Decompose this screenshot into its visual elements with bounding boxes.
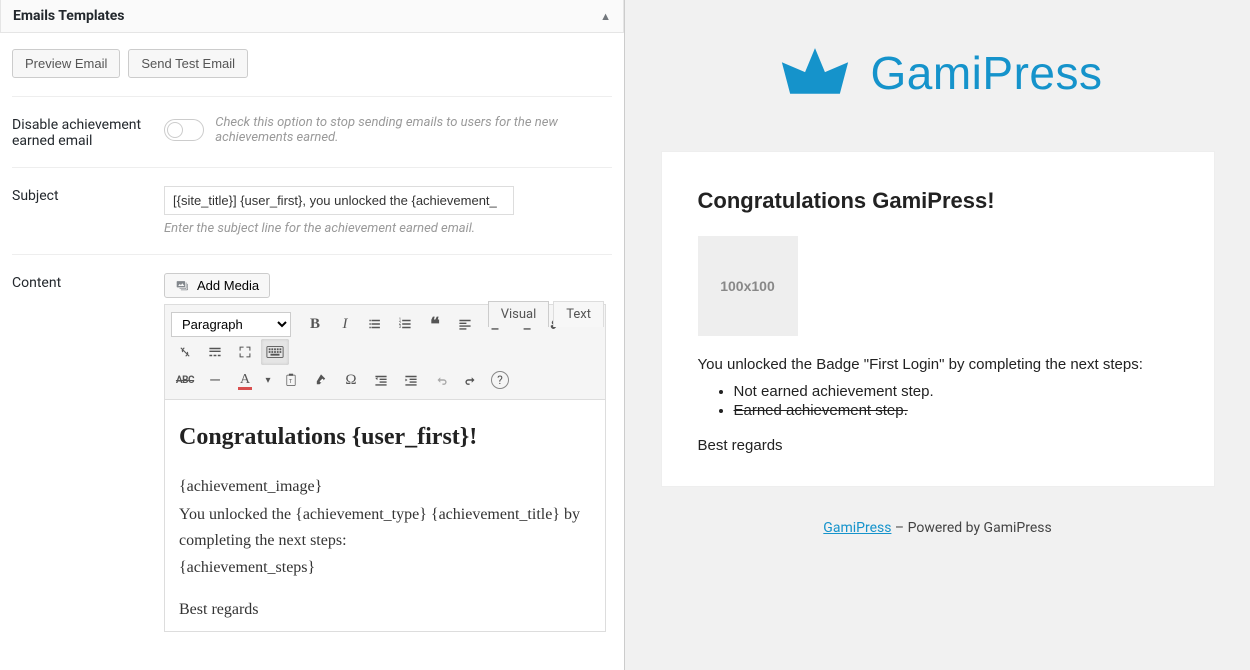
disable-email-hint: Check this option to stop sending emails… [215, 115, 575, 145]
more-toggle-button[interactable] [201, 339, 229, 365]
paste-text-button[interactable]: T [277, 367, 305, 393]
text-color-button[interactable]: A [231, 367, 259, 393]
brand-name: GamiPress [871, 46, 1103, 100]
editor-wrap: Visual Text Paragraph B I 123 [164, 304, 606, 632]
outdent-button[interactable] [367, 367, 395, 393]
numbered-list-button[interactable]: 123 [391, 311, 419, 337]
subject-input[interactable] [164, 186, 514, 215]
help-button[interactable]: ? [491, 371, 509, 389]
footer-text: – Powered by GamiPress [891, 520, 1051, 536]
step-earned: Earned achievement step. [734, 402, 1178, 419]
email-intro: You unlocked the Badge "First Login" by … [698, 356, 1178, 373]
clear-formatting-button[interactable] [307, 367, 335, 393]
subject-label: Subject [12, 186, 152, 236]
fullscreen-button[interactable] [231, 339, 259, 365]
svg-text:3: 3 [399, 325, 402, 330]
email-footer: GamiPress – Powered by GamiPress [823, 520, 1051, 536]
editor-line-1: {achievement_image} [179, 474, 591, 500]
preview-email-button[interactable]: Preview Email [12, 49, 120, 78]
disable-email-toggle[interactable] [164, 119, 204, 141]
tab-text[interactable]: Text [553, 301, 604, 327]
indent-button[interactable] [397, 367, 425, 393]
text-color-dropdown[interactable]: ▾ [261, 367, 275, 393]
italic-button[interactable]: I [331, 311, 359, 337]
svg-text:T: T [289, 379, 293, 385]
tab-visual[interactable]: Visual [488, 301, 550, 327]
horizontal-rule-button[interactable]: — [201, 367, 229, 393]
special-char-button[interactable]: Ω [337, 367, 365, 393]
text-color-swatch [238, 387, 252, 390]
step-not-earned: Not earned achievement step. [734, 383, 1178, 400]
email-body: You unlocked the Badge "First Login" by … [698, 356, 1178, 454]
crown-icon [773, 44, 857, 102]
content-label: Content [12, 273, 152, 632]
panel-header[interactable]: Emails Templates ▲ [0, 0, 624, 33]
email-regards: Best regards [698, 437, 1178, 454]
keyboard-button[interactable] [261, 339, 289, 365]
email-card: Congratulations GamiPress! 100x100 You u… [662, 152, 1214, 486]
send-test-email-button[interactable]: Send Test Email [128, 49, 248, 78]
collapse-toggle-icon[interactable]: ▲ [600, 10, 611, 23]
redo-button[interactable] [457, 367, 485, 393]
bold-button[interactable]: B [301, 311, 329, 337]
disable-email-label: Disable achievement earned email [12, 115, 152, 149]
add-media-label: Add Media [197, 278, 259, 293]
format-select[interactable]: Paragraph [171, 312, 291, 337]
unlink-button[interactable] [171, 339, 199, 365]
content-field: Content Add Media Visual Text [12, 254, 612, 632]
email-preview-pane: GamiPress Congratulations GamiPress! 100… [625, 0, 1250, 670]
footer-link[interactable]: GamiPress [823, 520, 891, 536]
blockquote-button[interactable]: ❝ [421, 311, 449, 337]
editor-tabs: Visual Text [488, 301, 604, 327]
strikethrough-button[interactable]: ABC [171, 367, 199, 393]
add-media-button[interactable]: Add Media [164, 273, 270, 298]
subject-hint: Enter the subject line for the achieveme… [164, 221, 606, 236]
email-heading: Congratulations GamiPress! [698, 188, 1178, 214]
panel-title: Emails Templates [13, 8, 125, 24]
editor-line-3: {achievement_steps} [179, 555, 591, 581]
editor-content[interactable]: Congratulations {user_first}! {achieveme… [164, 400, 606, 632]
bullet-list-button[interactable] [361, 311, 389, 337]
undo-button[interactable] [427, 367, 455, 393]
panel-body: Preview Email Send Test Email Disable ac… [0, 33, 624, 670]
editor-line-2: You unlocked the {achievement_type} {ach… [179, 502, 591, 553]
media-icon [175, 279, 191, 293]
align-left-button[interactable] [451, 311, 479, 337]
editor-line-4: Best regards [179, 597, 591, 623]
disable-email-field: Disable achievement earned email Check t… [12, 96, 612, 167]
action-buttons: Preview Email Send Test Email [12, 49, 612, 78]
subject-field: Subject Enter the subject line for the a… [12, 167, 612, 254]
brand-logo: GamiPress [773, 44, 1103, 102]
achievement-image-placeholder: 100x100 [698, 236, 798, 336]
editor-heading: Congratulations {user_first}! [179, 418, 591, 456]
settings-panel: Emails Templates ▲ Preview Email Send Te… [0, 0, 625, 670]
